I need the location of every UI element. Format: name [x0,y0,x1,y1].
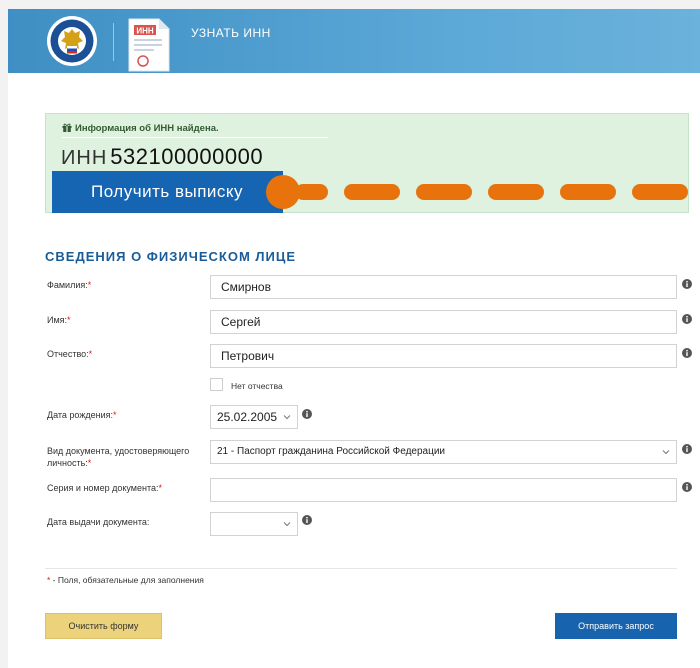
inn-label: ИНН [61,147,108,169]
annotation-dashed-arrow [266,175,688,209]
annotation-dash [416,184,472,200]
required-fields-note-text: - Поля, обязательные для заполнения [50,575,204,585]
chevron-down-icon [662,450,670,455]
patronymic-input[interactable]: Петрович [210,344,677,368]
issue-date-select[interactable] [210,512,298,536]
submit-request-button[interactable]: Отправить запрос [555,613,677,639]
required-mark: * [87,280,92,290]
header-divider [113,23,114,61]
name-label-text: Имя: [47,315,68,325]
annotation-dash [295,184,328,200]
gift-icon [62,123,72,132]
info-icon[interactable] [682,348,692,358]
service-title[interactable]: УЗНАТЬ ИНН [191,26,271,40]
fns-emblem-icon[interactable] [46,15,98,67]
birth-date-value: 25.02.2005 [217,410,278,424]
required-mark: * [87,458,92,468]
required-fields-note: * - Поля, обязательные для заполнения [47,575,204,585]
doc-number-label: Серия и номер документа:* [47,482,162,494]
required-mark: * [113,410,117,420]
no-patronymic-checkbox[interactable] [210,378,223,391]
doc-type-label-line1: Вид документа, удостоверяющего [47,446,190,456]
inn-value: 532100000000 [110,144,264,169]
info-icon[interactable] [302,409,312,419]
patronymic-label-text: Отчество: [47,349,89,359]
required-mark: * [67,315,71,325]
get-extract-button[interactable]: Получить выписку [52,171,283,213]
info-icon[interactable] [682,482,692,492]
clear-form-button[interactable]: Очистить форму [45,613,162,639]
name-input[interactable]: Сергей [210,310,677,334]
inn-found-message-row: Информация об ИНН найдена. [62,123,328,138]
surname-input[interactable]: Смирнов [210,275,677,299]
inn-display: ИНН 532100000000 [61,143,263,171]
required-mark: * [158,483,163,493]
doc-number-label-text: Серия и номер документа: [47,483,159,493]
info-icon[interactable] [682,444,692,454]
annotation-dash [488,184,544,200]
annotation-dash [344,184,400,200]
inn-document-icon: ИНН [128,18,170,72]
chevron-down-icon [283,415,291,420]
doc-type-value: 21 - Паспорт гражданина Российской Федер… [217,446,446,457]
birth-date-label-text: Дата рождения: [47,410,113,420]
doc-type-label-line2: личность: [47,458,88,468]
surname-label-text: Фамилия: [47,280,88,290]
form-divider [45,568,677,569]
service-icon-text: ИНН [136,27,154,36]
name-label: Имя:* [47,314,71,326]
birth-date-label: Дата рождения:* [47,409,117,421]
surname-label: Фамилия:* [47,279,91,291]
annotation-dash [560,184,616,200]
page-edge [0,0,700,9]
page-edge [0,0,8,668]
info-icon[interactable] [682,314,692,324]
issue-date-label-text: Дата выдачи документа: [47,517,150,527]
inn-found-message: Информация об ИНН найдена. [75,123,219,134]
doc-type-label: Вид документа, удостоверяющего личность:* [47,445,189,469]
annotation-dash [632,184,688,200]
chevron-down-icon [283,522,291,527]
site-header: ИНН УЗНАТЬ ИНН [8,9,700,73]
issue-date-label: Дата выдачи документа: [47,516,149,528]
section-title: СВЕДЕНИЯ О ФИЗИЧЕСКОМ ЛИЦЕ [45,249,297,264]
no-patronymic-label[interactable]: Нет отчества [231,381,283,391]
patronymic-label: Отчество:* [47,348,92,360]
info-icon[interactable] [682,279,692,289]
doc-number-input[interactable] [210,478,677,502]
birth-date-select[interactable]: 25.02.2005 [210,405,298,429]
required-mark: * [88,349,93,359]
info-icon[interactable] [302,515,312,525]
annotation-dot [266,175,300,209]
doc-type-select[interactable]: 21 - Паспорт гражданина Российской Федер… [210,440,677,464]
